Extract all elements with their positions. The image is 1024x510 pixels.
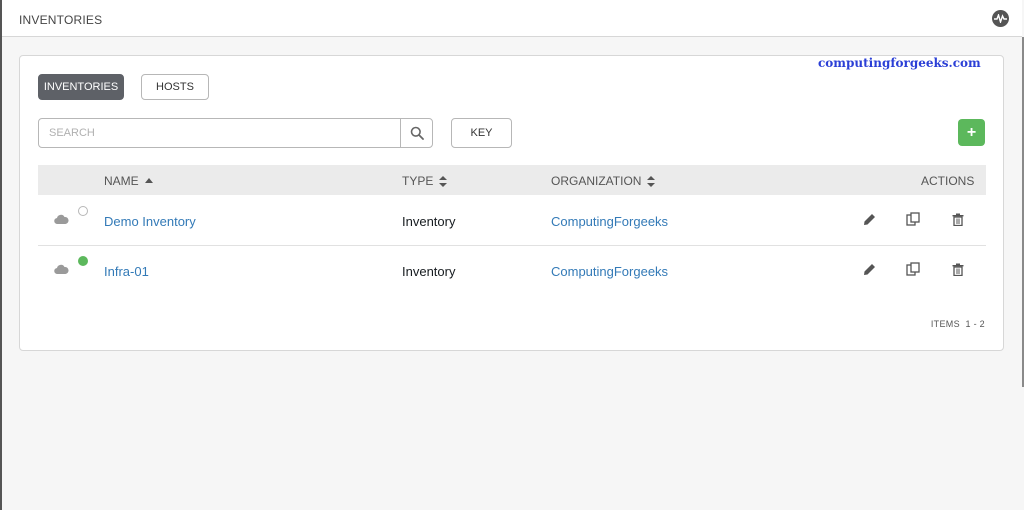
- organization-link[interactable]: ComputingForgeeks: [551, 264, 668, 279]
- table-row: Infra-01 Inventory ComputingForgeeks: [38, 246, 986, 296]
- search-box: [38, 118, 433, 148]
- tab-hosts[interactable]: HOSTS: [141, 74, 209, 100]
- cloud-icon: [54, 264, 69, 274]
- sort-icon: [647, 175, 656, 187]
- table-row: Demo Inventory Inventory ComputingForgee…: [38, 196, 986, 246]
- cloud-icon: [54, 214, 69, 224]
- edit-icon[interactable]: [861, 211, 877, 227]
- copy-icon[interactable]: [905, 261, 921, 277]
- inventory-type: Inventory: [402, 214, 456, 229]
- column-header-actions: ACTIONS: [921, 174, 975, 188]
- search-button[interactable]: [400, 119, 432, 147]
- sort-icon: [439, 175, 448, 187]
- column-header-type[interactable]: TYPE: [402, 174, 448, 188]
- activity-stream-icon[interactable]: [992, 10, 1009, 27]
- pagination-items: ITEMS 1 - 2: [930, 319, 985, 329]
- page-header: INVENTORIES: [2, 0, 1022, 37]
- delete-icon[interactable]: [950, 211, 966, 227]
- watermark: computingforgeeks.com: [818, 56, 981, 70]
- page-title: INVENTORIES: [19, 13, 103, 27]
- table-header: NAME TYPE ORGANIZATION ACTIONS: [38, 165, 986, 195]
- tab-inventories[interactable]: INVENTORIES: [38, 74, 124, 100]
- edit-icon[interactable]: [861, 261, 877, 277]
- status-indicator: [78, 206, 88, 216]
- organization-link[interactable]: ComputingForgeeks: [551, 214, 668, 229]
- column-header-name[interactable]: NAME: [104, 174, 153, 188]
- inventory-type: Inventory: [402, 264, 456, 279]
- inventory-name-link[interactable]: Demo Inventory: [104, 214, 196, 229]
- key-button[interactable]: KEY: [451, 118, 512, 148]
- delete-icon[interactable]: [950, 261, 966, 277]
- sort-ascending-icon: [144, 178, 153, 183]
- column-header-organization[interactable]: ORGANIZATION: [551, 174, 656, 188]
- search-icon: [410, 126, 424, 140]
- inventory-name-link[interactable]: Infra-01: [104, 264, 149, 279]
- copy-icon[interactable]: [905, 211, 921, 227]
- status-indicator: [78, 256, 88, 266]
- inventories-panel: computingforgeeks.com INVENTORIES HOSTS …: [19, 55, 1004, 351]
- window-edge: [0, 0, 2, 510]
- search-input[interactable]: [39, 119, 400, 147]
- add-button[interactable]: +: [958, 119, 985, 146]
